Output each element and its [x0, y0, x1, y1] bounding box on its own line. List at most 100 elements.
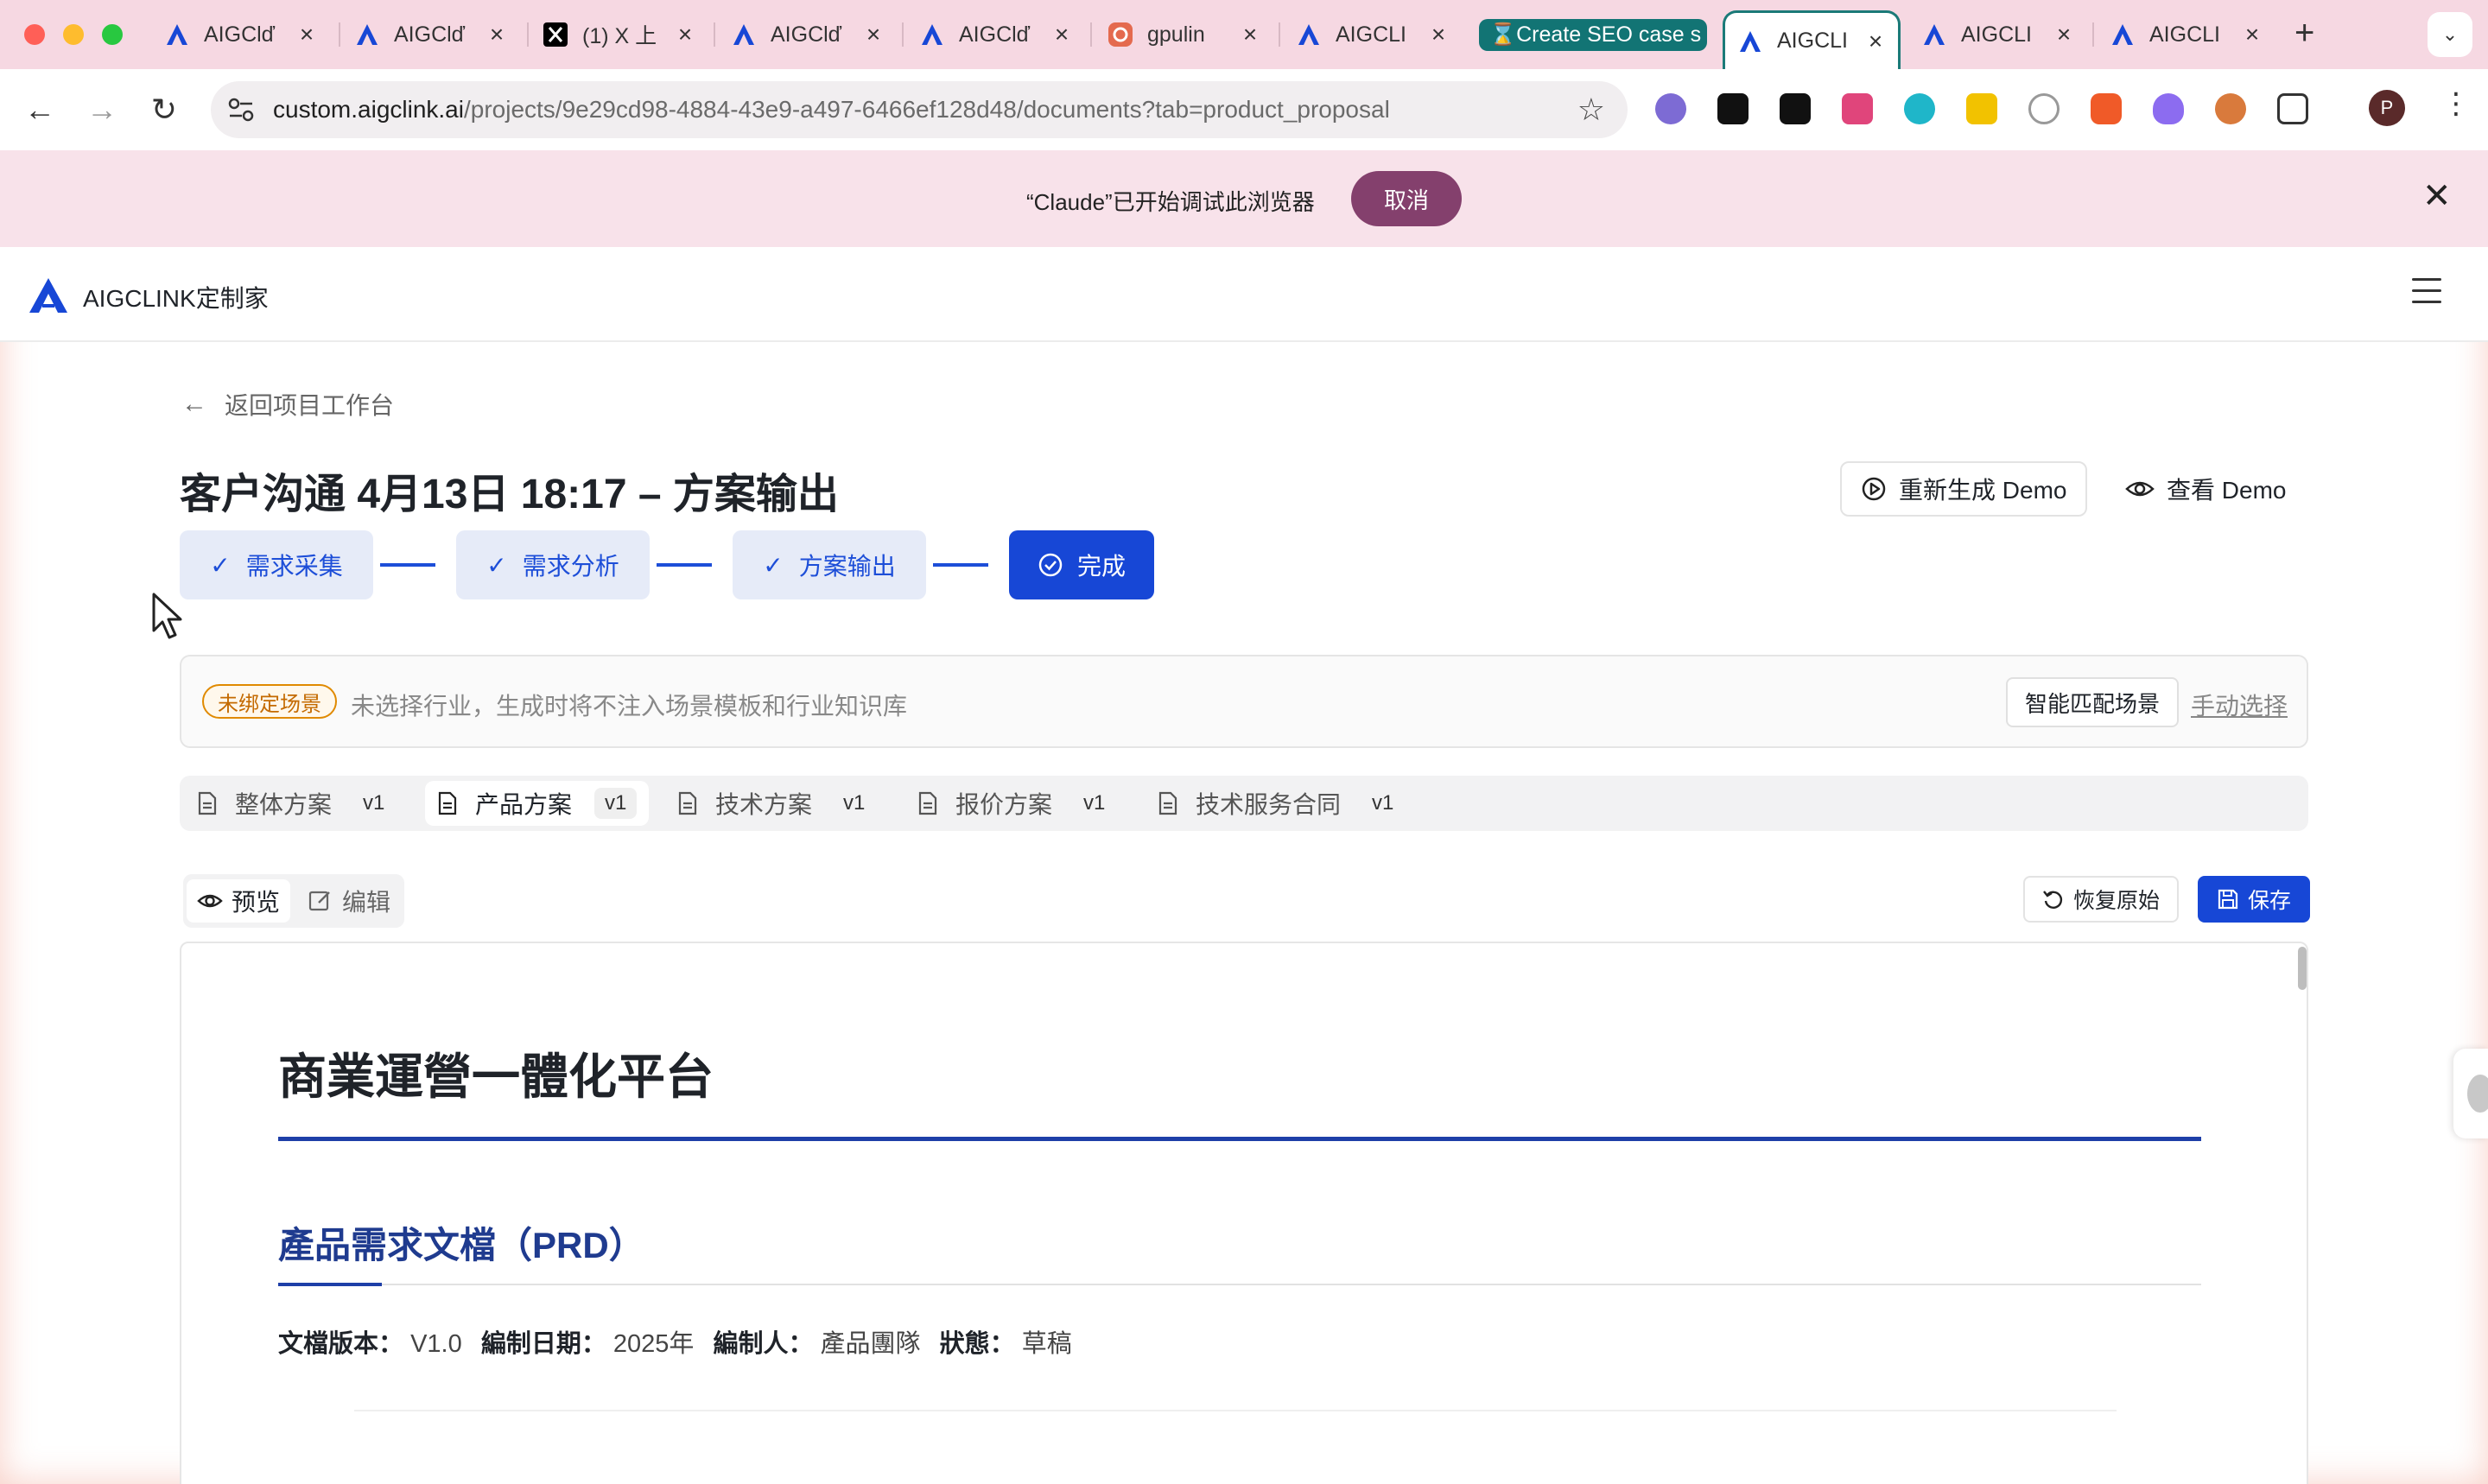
tab-close-icon[interactable]: ×	[1051, 21, 1072, 48]
debugging-banner-text: “Claude”已开始调试此浏览器	[1026, 189, 1315, 215]
eye-icon	[197, 894, 223, 908]
tab-separator	[902, 22, 904, 47]
browser-tab[interactable]: AIGCLI ×	[1909, 10, 2086, 59]
tab-technical-proposal[interactable]: 技术方案 v1	[665, 781, 877, 826]
document-icon	[1158, 791, 1177, 815]
tab-close-icon[interactable]: ×	[2053, 21, 2074, 48]
extension-icon[interactable]	[1780, 93, 1811, 124]
window-zoom-button[interactable]	[102, 24, 123, 45]
meta-date-value: 2025年	[612, 1330, 695, 1358]
doc-tab-label: 报价方案	[955, 791, 1053, 818]
new-tab-button[interactable]: +	[2294, 14, 2314, 53]
tab-close-icon[interactable]: ×	[1240, 21, 1260, 48]
smart-match-scene-button[interactable]: 智能匹配场景	[2006, 677, 2180, 727]
aigclink-logo-icon	[357, 24, 378, 45]
browser-tab[interactable]: gpulin ×	[1095, 10, 1273, 59]
tab-service-contract[interactable]: 技术服务合同 v1	[1146, 781, 1406, 826]
save-label: 保存	[2248, 889, 2292, 913]
regenerate-demo-button[interactable]: 重新生成 Demo	[1840, 461, 2088, 517]
browser-menu-icon[interactable]: ⋮	[2441, 86, 2471, 121]
extension-icon[interactable]	[1717, 93, 1749, 124]
tab-product-proposal[interactable]: 产品方案 v1	[425, 781, 650, 826]
page-title: 客户沟通 4月13日 18:17 – 方案输出	[180, 472, 839, 517]
tab-close-icon[interactable]: ×	[2242, 21, 2263, 48]
document-icon	[438, 791, 457, 815]
save-button[interactable]: 保存	[2198, 876, 2311, 923]
page-viewport: AIGCLINK定制家 ← 返回项目工作台 客户沟通 4月13日 18:17 –…	[0, 247, 2488, 1484]
claude-extension-icon[interactable]	[2215, 93, 2246, 124]
aigclink-logo-icon	[2112, 24, 2133, 45]
step-requirements-analysis[interactable]: ✓ 需求分析	[456, 530, 650, 599]
app-name[interactable]: AIGCLINK定制家	[83, 280, 269, 314]
aigclink-logo-icon	[1924, 24, 1945, 45]
tab-quotation-proposal[interactable]: 报价方案 v1	[905, 781, 1117, 826]
extension-icon[interactable]	[1655, 93, 1686, 124]
tab-group-create-seo-case[interactable]: ⌛Create SEO case s	[1470, 10, 1716, 59]
step-complete[interactable]: 完成	[1009, 530, 1154, 599]
view-demo-button[interactable]: 查看 Demo	[2125, 461, 2286, 517]
scrollbar-thumb[interactable]	[2298, 947, 2307, 990]
back-arrow-icon[interactable]: ←	[22, 92, 57, 128]
close-icon[interactable]: ✕	[2422, 176, 2452, 216]
address-bar[interactable]: custom.aigclink.ai/projects/9e29cd98-488…	[211, 81, 1628, 138]
subheading-rule	[278, 1284, 2201, 1285]
tab-close-icon[interactable]: ×	[675, 21, 695, 48]
extension-icon[interactable]	[2091, 93, 2122, 124]
tab-close-icon[interactable]: ×	[296, 21, 317, 48]
edit-label: 编辑	[342, 889, 391, 916]
site-settings-icon[interactable]	[226, 96, 256, 124]
browser-tab[interactable]: AIGCLI ×	[2098, 10, 2275, 59]
tab-separator	[527, 22, 529, 47]
step-label: 需求采集	[245, 553, 343, 580]
scene-binding-bar: 未绑定场景 未选择行业，生成时将不注入场景模板和行业知识库 智能匹配场景 手动选…	[180, 655, 2308, 748]
manual-select-link[interactable]: 手动选择	[2191, 688, 2288, 722]
browser-tab[interactable]: (1) X 上 ×	[530, 10, 708, 59]
app-header: AIGCLINK定制家	[0, 247, 2488, 342]
reload-icon[interactable]: ↻	[147, 92, 181, 128]
translate-extension-icon[interactable]	[1842, 93, 1873, 124]
browser-tab[interactable]: AIGClď ×	[719, 10, 896, 59]
tab-overall-proposal[interactable]: 整体方案 v1	[185, 781, 397, 826]
heading-rule	[278, 1137, 2201, 1141]
browser-tab[interactable]: AIGClď ×	[907, 10, 1084, 59]
document-icon	[678, 791, 697, 815]
restore-original-button[interactable]: 恢复原始	[2023, 876, 2180, 923]
preview-mode-button[interactable]: 预览	[187, 879, 291, 923]
profile-avatar[interactable]: P	[2369, 90, 2405, 126]
side-panel-handle[interactable]	[2453, 1049, 2488, 1138]
extension-icon[interactable]	[1904, 93, 1935, 124]
step-requirements-collection[interactable]: ✓ 需求采集	[180, 530, 373, 599]
browser-tab[interactable]: AIGCLI ×	[1284, 10, 1461, 59]
forward-arrow-icon[interactable]: →	[85, 92, 119, 128]
menu-hamburger-icon[interactable]	[2412, 278, 2441, 304]
document-meta: 文檔版本： V1.0 編制日期： 2025年 編制人： 產品團隊 狀態： 草稿	[278, 1323, 1084, 1360]
aigclink-logo-icon[interactable]	[28, 276, 69, 314]
meta-status-value: 草稿	[1021, 1330, 1072, 1358]
document-preview[interactable]: 商業運營一體化平台 產品需求文檔（PRD） 文檔版本： V1.0 編制日期： 2…	[180, 942, 2308, 1484]
step-proposal-output[interactable]: ✓ 方案输出	[733, 530, 926, 599]
url-host: custom.aigclink.ai	[273, 96, 464, 123]
cancel-debugging-button[interactable]: 取消	[1351, 171, 1462, 226]
edit-mode-button[interactable]: 编辑	[297, 879, 401, 923]
tab-close-icon[interactable]: ×	[1865, 28, 1886, 55]
view-mode-switch: 预览 编辑	[183, 874, 404, 928]
browser-tab[interactable]: AIGClď ×	[152, 10, 329, 59]
document-subheading: 產品需求文檔（PRD）	[278, 1225, 645, 1265]
browser-tab[interactable]: AIGClď ×	[342, 10, 519, 59]
back-to-workspace-link[interactable]: ← 返回项目工作台	[181, 387, 394, 422]
tab-separator	[2092, 22, 2094, 47]
preview-label: 预览	[232, 889, 281, 916]
tab-close-icon[interactable]: ×	[1428, 21, 1449, 48]
tab-close-icon[interactable]: ×	[486, 21, 507, 48]
browser-tab-active[interactable]: AIGCLI ×	[1723, 10, 1901, 69]
extension-icon[interactable]	[1966, 93, 1997, 124]
bookmark-star-icon[interactable]: ☆	[1577, 92, 1605, 128]
tab-group-label: ⌛Create SEO case s	[1479, 18, 1707, 51]
extension-icon[interactable]	[2153, 93, 2184, 124]
extensions-puzzle-icon[interactable]	[2277, 93, 2308, 124]
window-close-button[interactable]	[24, 24, 45, 45]
window-minimize-button[interactable]	[63, 24, 84, 45]
tab-search-button[interactable]: ⌄	[2428, 12, 2472, 57]
tab-close-icon[interactable]: ×	[863, 21, 884, 48]
chat-extension-icon[interactable]	[2028, 93, 2060, 124]
